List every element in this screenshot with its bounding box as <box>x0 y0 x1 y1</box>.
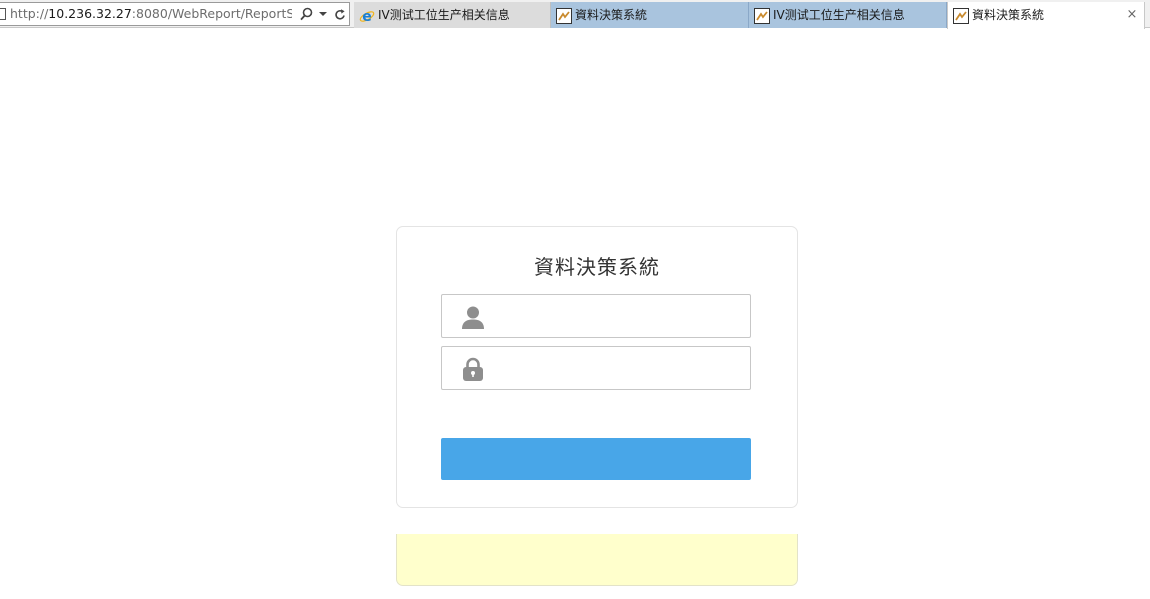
address-bar[interactable]: http://10.236.32.27:8080/WebReport/Repor… <box>0 2 350 26</box>
notice-panel <box>396 534 798 586</box>
tab-label: 資料決策系統 <box>972 8 1045 22</box>
password-input[interactable] <box>498 353 738 383</box>
password-field[interactable] <box>441 346 751 390</box>
url-text[interactable]: http://10.236.32.27:8080/WebReport/Repor… <box>10 3 292 25</box>
page-icon <box>0 8 6 20</box>
dropdown-arrow-icon[interactable] <box>316 3 330 25</box>
tab-decision-system-active[interactable]: 資料決策系統 × <box>947 2 1145 29</box>
user-icon <box>461 305 485 329</box>
login-card: 資料決策系統 <box>396 226 798 508</box>
login-button[interactable] <box>441 438 751 480</box>
url-prefix: http:// <box>10 6 49 21</box>
report-page-icon <box>556 7 572 24</box>
address-bar-buttons <box>299 3 347 25</box>
browser-chrome: http://10.236.32.27:8080/WebReport/Repor… <box>0 0 1150 29</box>
lock-icon <box>461 357 485 381</box>
login-title: 資料決策系統 <box>534 255 660 279</box>
tab-iv-test-info[interactable]: e IV测试工位生产相关信息 <box>354 2 551 28</box>
search-icon[interactable] <box>299 3 313 25</box>
username-input[interactable] <box>498 301 738 331</box>
report-page-icon <box>754 7 770 24</box>
tab-decision-system[interactable]: 資料決策系統 <box>551 2 749 28</box>
url-host: 10.236.32.27 <box>48 6 132 21</box>
svg-text:e: e <box>362 9 372 24</box>
username-field[interactable] <box>441 294 751 338</box>
report-page-icon <box>953 7 969 24</box>
tab-label: IV测试工位生产相关信息 <box>378 8 510 22</box>
close-icon[interactable]: × <box>1126 2 1138 28</box>
url-rest: :8080/WebReport/ReportServe <box>131 6 292 21</box>
refresh-icon[interactable] <box>333 3 347 25</box>
tab-label: IV测试工位生产相关信息 <box>773 8 905 22</box>
tab-iv-test-info-2[interactable]: IV测试工位生产相关信息 <box>749 2 947 28</box>
ie-icon: e <box>359 7 375 25</box>
tab-label: 資料決策系統 <box>575 8 648 22</box>
